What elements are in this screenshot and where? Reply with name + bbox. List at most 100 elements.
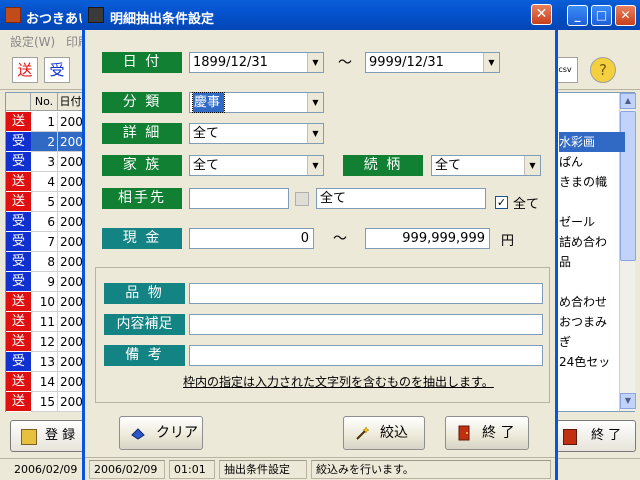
- row-number: 13: [31, 352, 58, 372]
- row-date: 2006: [58, 212, 84, 232]
- table-row[interactable]: 受92006: [6, 272, 84, 292]
- cash-from-input[interactable]: 0: [189, 228, 314, 249]
- detail-select[interactable]: 全て ▼: [189, 123, 324, 144]
- background-end-button[interactable]: 終 了: [556, 420, 636, 452]
- exit-door-icon: [458, 425, 470, 441]
- date-from-field[interactable]: 1899/12/31 ▼: [189, 52, 324, 73]
- address-book-icon[interactable]: [295, 192, 309, 206]
- chevron-down-icon[interactable]: ▼: [307, 93, 323, 112]
- relation-label: 続 柄: [343, 155, 423, 176]
- row-direction-badge: 送: [6, 392, 31, 412]
- row-item-text: [559, 272, 625, 292]
- dialog-app-icon: [88, 7, 104, 23]
- row-direction-badge: 受: [6, 252, 31, 272]
- row-date: 2006: [58, 232, 84, 252]
- table-row[interactable]: 受22006: [6, 132, 84, 152]
- row-date: 2006: [58, 392, 84, 412]
- table-row[interactable]: 受82006: [6, 252, 84, 272]
- filter-button[interactable]: 絞込: [343, 416, 425, 450]
- row-item-text: おつまみ: [559, 315, 608, 329]
- maximize-icon[interactable]: □: [591, 5, 612, 26]
- partner-label: 相手先: [102, 188, 182, 209]
- row-date: 2006: [58, 352, 84, 372]
- row-date: 2006: [58, 272, 84, 292]
- row-item-text: ゼール: [559, 215, 596, 229]
- table-row[interactable]: 送12006: [6, 112, 84, 132]
- partner-all-label: 全て: [513, 197, 540, 212]
- dialog-close-icon[interactable]: ✕: [531, 4, 552, 25]
- clear-button[interactable]: クリア: [119, 416, 203, 450]
- close-icon[interactable]: ✕: [615, 5, 636, 26]
- minimize-icon[interactable]: _: [567, 5, 588, 26]
- row-direction-badge: 受: [6, 352, 31, 372]
- send-filter-button[interactable]: 送: [12, 57, 38, 83]
- partner-display: 全て: [316, 188, 486, 209]
- cash-to-input[interactable]: 999,999,999: [365, 228, 490, 249]
- detail-label: 詳 細: [102, 123, 182, 144]
- row-date: 2006: [58, 252, 84, 272]
- relation-select[interactable]: 全て ▼: [431, 155, 541, 176]
- table-row[interactable]: 送52006: [6, 192, 84, 212]
- row-direction-badge: 送: [6, 372, 31, 392]
- family-select[interactable]: 全て ▼: [189, 155, 324, 176]
- table-row[interactable]: 送42006: [6, 172, 84, 192]
- row-number: 12: [31, 332, 58, 352]
- date-to-field[interactable]: 9999/12/31 ▼: [365, 52, 500, 73]
- row-item-text: [559, 192, 625, 212]
- dialog-body: 日 付 1899/12/31 ▼ ～ 9999/12/31 ▼ 分 類 慶事 ▼…: [85, 30, 555, 457]
- row-number: 1: [31, 112, 58, 132]
- row-direction-badge: 受: [6, 152, 31, 172]
- chevron-down-icon[interactable]: ▼: [483, 53, 499, 72]
- category-select[interactable]: 慶事 ▼: [189, 92, 324, 113]
- row-item-text: [559, 392, 625, 412]
- filter-dialog: 明細抽出条件設定 ✕ 日 付 1899/12/31 ▼ ～ 9999/12/31…: [82, 0, 558, 480]
- app-icon: [5, 7, 21, 23]
- row-date: 2006: [58, 192, 84, 212]
- table-row[interactable]: 受32006: [6, 152, 84, 172]
- content-input[interactable]: [189, 314, 543, 335]
- table-row[interactable]: 送152006: [6, 392, 84, 412]
- category-label: 分 類: [102, 92, 182, 113]
- partner-all-checkbox[interactable]: ✓: [495, 196, 508, 209]
- chevron-down-icon[interactable]: ▼: [307, 156, 323, 175]
- row-direction-badge: 受: [6, 212, 31, 232]
- row-direction-badge: 送: [6, 172, 31, 192]
- table-row[interactable]: 送122006: [6, 332, 84, 352]
- remarks-input[interactable]: [189, 345, 543, 366]
- dialog-title: 明細抽出条件設定: [110, 12, 215, 27]
- help-icon[interactable]: ?: [590, 57, 616, 83]
- row-date: 2006: [58, 292, 84, 312]
- item-input[interactable]: [189, 283, 543, 304]
- table-row[interactable]: 受72006: [6, 232, 84, 252]
- table-row[interactable]: 送142006: [6, 372, 84, 392]
- content-label: 内容補足: [104, 314, 185, 335]
- row-date: 2006: [58, 312, 84, 332]
- partner-input[interactable]: [189, 188, 289, 209]
- chevron-down-icon[interactable]: ▼: [307, 124, 323, 143]
- cash-label: 現 金: [102, 228, 182, 249]
- row-number: 15: [31, 392, 58, 412]
- row-date: 2006: [58, 112, 84, 132]
- table-row[interactable]: 送102006: [6, 292, 84, 312]
- status-message: 絞込みを行います。: [311, 460, 551, 479]
- row-date: 2006: [58, 172, 84, 192]
- chevron-down-icon[interactable]: ▼: [524, 156, 540, 175]
- receive-filter-button[interactable]: 受: [44, 57, 70, 83]
- scroll-up-icon[interactable]: ▲: [620, 93, 636, 109]
- row-date: 2006: [58, 332, 84, 352]
- row-direction-badge: 送: [6, 332, 31, 352]
- end-button[interactable]: 終 了: [445, 416, 529, 450]
- grid-header-no: No.: [31, 93, 58, 111]
- family-label: 家 族: [102, 155, 182, 176]
- table-row[interactable]: 送112006: [6, 312, 84, 332]
- cash-range-tilde: ～: [333, 231, 347, 247]
- row-item-text: [559, 372, 625, 392]
- row-direction-badge: 送: [6, 312, 31, 332]
- table-row[interactable]: 受132006: [6, 352, 84, 372]
- chevron-down-icon[interactable]: ▼: [307, 53, 323, 72]
- row-direction-badge: 送: [6, 292, 31, 312]
- register-button[interactable]: 登 録: [10, 420, 84, 452]
- status-time: 01:01: [169, 460, 215, 479]
- table-row[interactable]: 受62006: [6, 212, 84, 232]
- menu-settings[interactable]: 設定(W): [10, 33, 55, 50]
